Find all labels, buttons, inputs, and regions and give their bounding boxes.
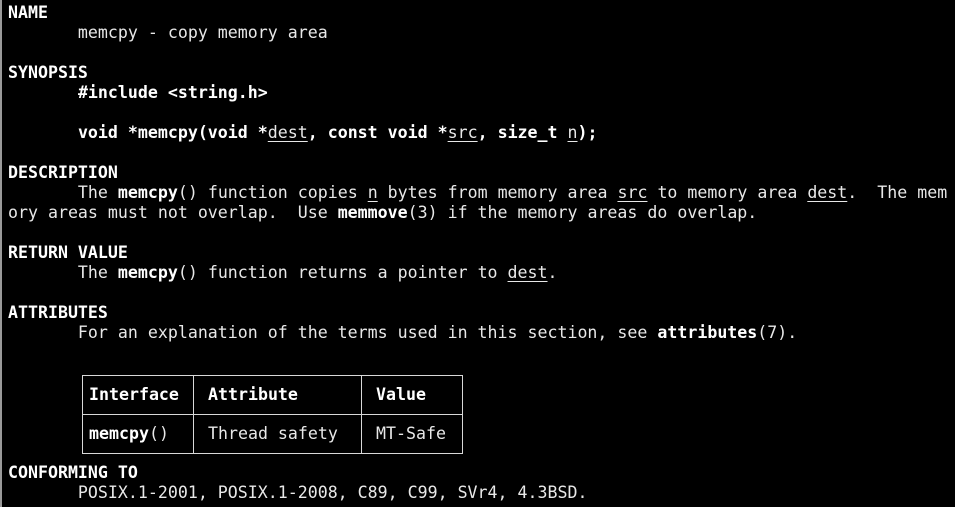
window-border <box>0 0 2 507</box>
bold-text: DESCRIPTION <box>8 163 118 182</box>
bold-text: #include <string.h> <box>77 83 268 102</box>
text: . The mem <box>847 183 948 202</box>
cell-value: MT-Safe <box>361 414 463 454</box>
text: (7). <box>757 323 798 342</box>
bold-text: memcpy <box>117 263 178 282</box>
text: () function copies <box>177 183 368 202</box>
table-row: memcpy() Thread safety MT-Safe <box>82 414 463 454</box>
header-value: Value <box>361 375 463 415</box>
text: ory areas must not overlap. Use <box>8 203 338 222</box>
text: bytes from memory area <box>377 183 618 202</box>
man-line: RETURN VALUE <box>8 243 128 263</box>
bold-text: attributes <box>657 323 758 342</box>
table-header-row: Interface Attribute Value <box>82 375 463 415</box>
underlined-arg: src <box>447 123 478 142</box>
man-line: memcpy - copy memory area <box>8 23 328 43</box>
text: () function returns a pointer to <box>177 263 508 282</box>
text <box>8 123 78 142</box>
man-line: SYNOPSIS <box>8 63 88 83</box>
bold-text: RETURN VALUE <box>8 243 128 262</box>
cell-interface: memcpy() <box>82 414 194 454</box>
bold-text: ATTRIBUTES <box>8 303 108 322</box>
header-interface: Interface <box>82 375 194 415</box>
underlined-arg: n <box>367 183 378 202</box>
bold-text: memcpy <box>117 183 178 202</box>
text: The <box>8 263 118 282</box>
text: (3) if the memory areas do overlap. <box>407 203 758 222</box>
man-line: void *memcpy(void *dest, const void *src… <box>8 123 598 143</box>
bold-text: CONFORMING TO <box>8 463 138 482</box>
bold-text: ); <box>577 123 598 142</box>
bold-text: void *memcpy(void * <box>77 123 268 142</box>
man-line: For an explanation of the terms used in … <box>8 323 797 343</box>
bold-text: , size_t <box>477 123 568 142</box>
text: to memory area <box>647 183 808 202</box>
cell-attribute: Thread safety <box>193 414 362 454</box>
man-line: POSIX.1-2001, POSIX.1-2008, C89, C99, SV… <box>8 483 588 503</box>
text: POSIX.1-2001, POSIX.1-2008, C89, C99, SV… <box>8 483 588 502</box>
text: The <box>8 183 118 202</box>
bold-text: memmove <box>337 203 408 222</box>
man-line: CONFORMING TO <box>8 463 138 483</box>
underlined-arg: dest <box>267 123 308 142</box>
text: For an explanation of the terms used in … <box>8 323 658 342</box>
man-line: #include <string.h> <box>8 83 268 103</box>
underlined-arg: src <box>617 183 648 202</box>
function-name: memcpy <box>89 424 149 443</box>
underlined-arg: dest <box>507 263 548 282</box>
bold-text: NAME <box>8 3 48 22</box>
underlined-arg: dest <box>807 183 848 202</box>
header-attribute: Attribute <box>193 375 362 415</box>
bold-text: , const void * <box>307 123 448 142</box>
text: . <box>547 263 558 282</box>
attributes-table: Interface Attribute Value memcpy() Threa… <box>82 375 463 454</box>
man-line: DESCRIPTION <box>8 163 118 183</box>
bold-text: SYNOPSIS <box>8 63 88 82</box>
man-line: NAME <box>8 3 48 23</box>
function-parens: () <box>148 424 169 443</box>
man-line: ory areas must not overlap. Use memmove(… <box>8 203 757 223</box>
text: memcpy - copy memory area <box>8 23 328 42</box>
man-line: The memcpy() function copies n bytes fro… <box>8 183 947 203</box>
man-line: ATTRIBUTES <box>8 303 108 323</box>
underlined-arg: n <box>567 123 578 142</box>
man-line: The memcpy() function returns a pointer … <box>8 263 558 283</box>
text <box>8 83 78 102</box>
